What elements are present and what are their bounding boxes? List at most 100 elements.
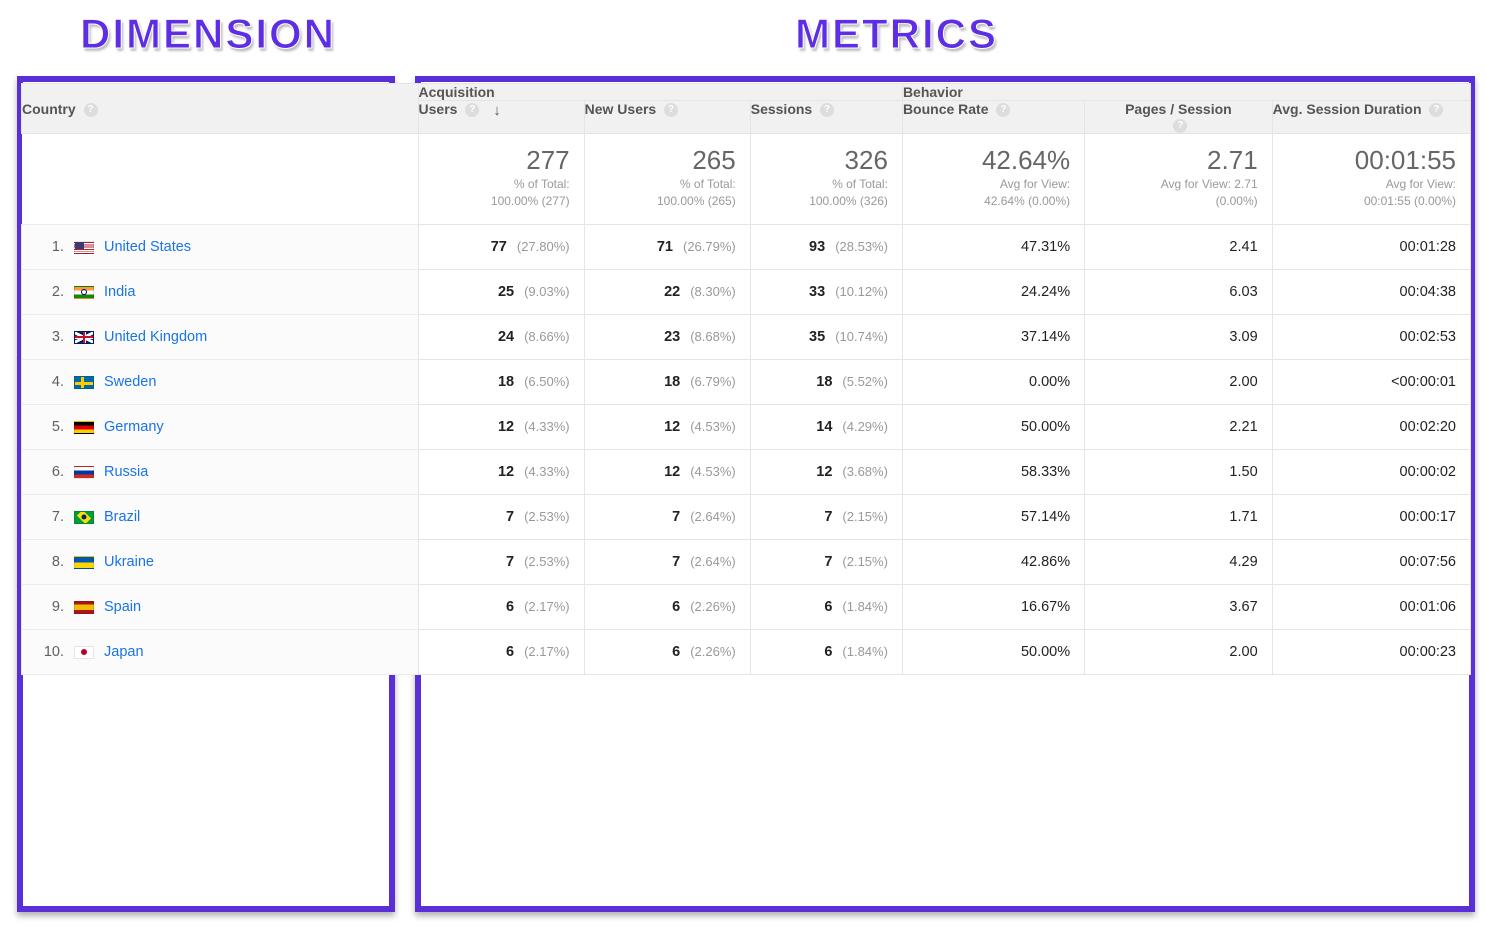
country-link[interactable]: Japan: [104, 644, 144, 660]
new-users-pct: (4.53%): [690, 419, 736, 434]
users-pct: (2.17%): [524, 599, 570, 614]
country-link[interactable]: Spain: [104, 599, 141, 615]
bounce-cell: 57.14%: [902, 495, 1084, 540]
help-icon[interactable]: ?: [664, 103, 678, 117]
sessions-cell: 93(28.53%): [750, 225, 902, 270]
pps-cell: 6.03: [1085, 270, 1273, 315]
row-index: 3.: [36, 329, 64, 345]
flag-icon: [74, 286, 94, 299]
total-bounce-sub2: 42.64% (0.00%): [917, 194, 1070, 210]
bounce-cell: 24.24%: [902, 270, 1084, 315]
pps-value: 2.00: [1229, 644, 1257, 660]
users-value: 7: [486, 509, 514, 525]
flag-icon: [74, 376, 94, 389]
header-avg-session-duration[interactable]: Avg. Session Duration ?: [1272, 101, 1470, 134]
header-country[interactable]: Country ?: [22, 84, 419, 134]
pps-value: 3.67: [1229, 599, 1257, 615]
header-new-users[interactable]: New Users ?: [584, 101, 750, 134]
avg-duration-value: 00:07:56: [1400, 554, 1456, 570]
new-users-cell: 6(2.26%): [584, 630, 750, 675]
users-cell: 25(9.03%): [418, 270, 584, 315]
country-link[interactable]: Germany: [104, 419, 164, 435]
sessions-value: 6: [804, 599, 832, 615]
help-icon[interactable]: ?: [84, 103, 98, 117]
flag-icon: [74, 601, 94, 614]
new-users-pct: (6.79%): [690, 374, 736, 389]
country-link[interactable]: United States: [104, 239, 191, 255]
sessions-pct: (2.15%): [842, 509, 888, 524]
flag-icon: [74, 466, 94, 479]
total-pps-sub1: Avg for View: 2.71: [1099, 177, 1258, 193]
country-link[interactable]: Russia: [104, 464, 148, 480]
header-group-behavior: Behavior: [902, 84, 1470, 101]
users-cell: 7(2.53%): [418, 540, 584, 585]
country-link[interactable]: Brazil: [104, 509, 140, 525]
row-index: 9.: [36, 599, 64, 615]
bounce-cell: 47.31%: [902, 225, 1084, 270]
sort-descending-icon[interactable]: ↓: [493, 102, 501, 119]
table-row: 8.Ukraine7(2.53%)7(2.64%)7(2.15%)42.86%4…: [22, 540, 1471, 585]
table-row: 9.Spain6(2.17%)6(2.26%)6(1.84%)16.67%3.6…: [22, 585, 1471, 630]
users-cell: 24(8.66%): [418, 315, 584, 360]
analytics-table: Country ? Acquisition Behavior Users ? ↓…: [21, 83, 1471, 675]
pps-cell: 3.09: [1085, 315, 1273, 360]
country-link[interactable]: India: [104, 284, 135, 300]
total-avg-value: 00:01:55: [1287, 146, 1456, 175]
header-users-label: Users: [419, 101, 458, 117]
users-pct: (9.03%): [524, 284, 570, 299]
users-cell: 12(4.33%): [418, 405, 584, 450]
help-icon[interactable]: ?: [820, 103, 834, 117]
users-value: 24: [486, 329, 514, 345]
country-link[interactable]: United Kingdom: [104, 329, 207, 345]
header-sessions[interactable]: Sessions ?: [750, 101, 902, 134]
header-bounce-rate[interactable]: Bounce Rate ?: [902, 101, 1084, 134]
total-sessions-sub2: 100.00% (326): [765, 194, 888, 210]
users-cell: 7 (2.53%): [418, 495, 584, 540]
users-cell: 6(2.17%): [418, 630, 584, 675]
country-cell: 10.Japan: [22, 630, 419, 675]
avg-duration-cell: 00:07:56: [1272, 540, 1470, 585]
pps-cell: 2.41: [1085, 225, 1273, 270]
help-icon[interactable]: ?: [996, 103, 1010, 117]
help-icon[interactable]: ?: [465, 103, 479, 117]
country-link[interactable]: Ukraine: [104, 554, 154, 570]
new-users-cell: 7(2.64%): [584, 495, 750, 540]
flag-icon: [74, 646, 94, 659]
header-country-label: Country: [22, 101, 76, 117]
new-users-value: 7: [652, 554, 680, 570]
country-cell: 2.India: [22, 270, 419, 315]
total-new-users-value: 265: [599, 146, 736, 175]
new-users-pct: (8.30%): [690, 284, 736, 299]
table-row: 6.Russia12(4.33%)12(4.53%)12(3.68%)58.33…: [22, 450, 1471, 495]
bounce-value: 37.14%: [1021, 329, 1070, 345]
country-cell: 9. Spain: [22, 585, 419, 630]
table-row: 5.Germany12(4.33%)12(4.53%)14(4.29%)50.0…: [22, 405, 1471, 450]
total-pps-sub2: (0.00%): [1099, 194, 1258, 210]
help-icon[interactable]: ?: [1173, 119, 1187, 133]
pps-value: 4.29: [1229, 554, 1257, 570]
total-new-users: 265 % of Total: 100.00% (265): [584, 134, 750, 225]
sessions-value: 33: [797, 284, 825, 300]
sessions-cell: 18(5.52%): [750, 360, 902, 405]
header-users[interactable]: Users ? ↓: [418, 101, 584, 134]
total-new-users-sub1: % of Total:: [599, 177, 736, 193]
pps-cell: 2.21: [1085, 405, 1273, 450]
new-users-cell: 12(4.53%): [584, 405, 750, 450]
sessions-pct: (3.68%): [842, 464, 888, 479]
avg-duration-value: 00:00:23: [1400, 644, 1456, 660]
new-users-cell: 6(2.26%): [584, 585, 750, 630]
avg-duration-cell: 00:01:28: [1272, 225, 1470, 270]
help-icon[interactable]: ?: [1429, 103, 1443, 117]
annotation-dimension-title: DIMENSION: [80, 10, 336, 58]
pps-value: 3.09: [1229, 329, 1257, 345]
bounce-cell: 42.86%: [902, 540, 1084, 585]
header-group-acquisition-label: Acquisition: [419, 84, 495, 100]
users-cell: 12(4.33%): [418, 450, 584, 495]
new-users-pct: (4.53%): [690, 464, 736, 479]
new-users-cell: 12(4.53%): [584, 450, 750, 495]
header-pages-per-session[interactable]: Pages / Session ?: [1085, 101, 1273, 134]
users-pct: (2.53%): [524, 509, 570, 524]
total-avg-sub1: Avg for View:: [1287, 177, 1456, 193]
total-users-sub1: % of Total:: [433, 177, 570, 193]
country-link[interactable]: Sweden: [104, 374, 156, 390]
